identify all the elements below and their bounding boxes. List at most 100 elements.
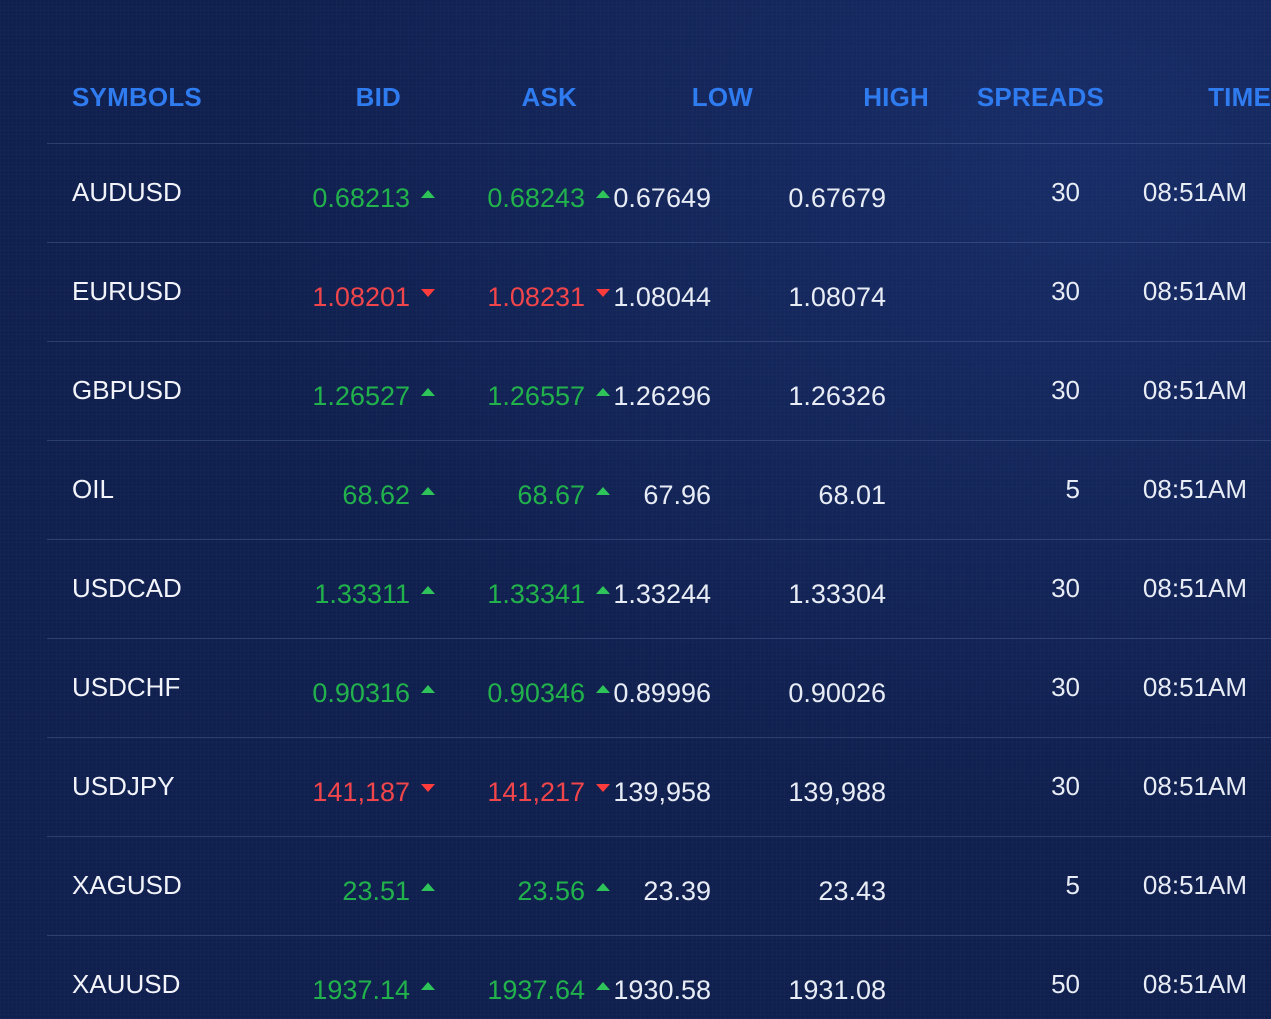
bid-price: 0.90316 xyxy=(312,678,435,709)
high-value: 0.90026 xyxy=(788,678,886,708)
bid-value: 1.26527 xyxy=(312,381,410,411)
ask-price: 0.90346 xyxy=(487,678,610,709)
spread-value: 30 xyxy=(1051,177,1080,207)
spread-value: 50 xyxy=(1051,969,1080,999)
ask-price: 1.08231 xyxy=(487,282,610,313)
time-value: 08:51AM xyxy=(1142,771,1247,801)
header-bid: BID xyxy=(355,82,401,112)
table-row[interactable]: OIL 68.62 68.67 67.96 68.01 5 08:51AM xyxy=(47,441,1271,540)
table-row[interactable]: USDCHF 0.90316 0.90346 0.89996 0.90026 30 08:5… xyxy=(47,639,1271,738)
arrow-down-icon xyxy=(421,288,435,297)
spread-value: 5 xyxy=(1065,870,1080,900)
ask-price: 68.67 xyxy=(517,480,610,511)
ask-value: 0.90346 xyxy=(487,678,585,708)
header-ask: ASK xyxy=(521,82,577,112)
bid-value: 68.62 xyxy=(342,480,410,510)
bid-value: 1.33311 xyxy=(314,579,410,609)
table-row[interactable]: USDJPY 141,187 141,217 139,958 139,988 30 08:5… xyxy=(47,738,1271,837)
time-value: 08:51AM xyxy=(1142,177,1247,207)
bid-price: 1937.14 xyxy=(312,975,435,1006)
table-row[interactable]: XAUUSD 1937.14 1937.64 1930.58 1931.08 50 08:5… xyxy=(47,936,1271,1019)
ask-value: 68.67 xyxy=(517,480,585,510)
table-row[interactable]: AUDUSD 0.68213 0.68243 0.67649 0.67679 30 08:5… xyxy=(47,144,1271,243)
arrow-up-icon xyxy=(596,486,610,495)
table-row[interactable]: XAGUSD 23.51 23.56 23.39 23.43 5 08:51AM xyxy=(47,837,1271,936)
bid-value: 1937.14 xyxy=(312,975,410,1005)
bid-price: 23.51 xyxy=(342,876,435,907)
arrow-up-icon xyxy=(421,387,435,396)
arrow-up-icon xyxy=(596,981,610,990)
ask-price: 1.26557 xyxy=(487,381,610,412)
low-value: 0.89996 xyxy=(613,678,711,708)
header-high: HIGH xyxy=(863,82,929,112)
table-header: SYMBOLS BID ASK LOW HIGH SPREADS TIME xyxy=(47,0,1271,144)
arrow-up-icon xyxy=(596,684,610,693)
low-value: 0.67649 xyxy=(613,183,711,213)
bid-price: 0.68213 xyxy=(312,183,435,214)
low-value: 1930.58 xyxy=(613,975,711,1005)
header-time: TIME xyxy=(1208,82,1271,112)
quotes-table: SYMBOLS BID ASK LOW HIGH SPREADS TIME AU… xyxy=(47,0,1271,1019)
bid-value: 0.90316 xyxy=(312,678,410,708)
spread-value: 30 xyxy=(1051,276,1080,306)
high-value: 139,988 xyxy=(788,777,886,807)
low-value: 23.39 xyxy=(643,876,711,906)
arrow-up-icon xyxy=(596,189,610,198)
time-value: 08:51AM xyxy=(1142,573,1247,603)
time-value: 08:51AM xyxy=(1142,276,1247,306)
spread-value: 5 xyxy=(1065,474,1080,504)
arrow-up-icon xyxy=(596,387,610,396)
ask-value: 1.08231 xyxy=(487,282,585,312)
bid-value: 23.51 xyxy=(342,876,410,906)
ask-value: 141,217 xyxy=(487,777,585,807)
low-value: 1.26296 xyxy=(613,381,711,411)
time-value: 08:51AM xyxy=(1142,969,1247,999)
arrow-up-icon xyxy=(596,882,610,891)
table-row[interactable]: EURUSD 1.08201 1.08231 1.08044 1.08074 30 08:5… xyxy=(47,243,1271,342)
arrow-up-icon xyxy=(421,882,435,891)
symbol-name: USDCHF xyxy=(72,672,181,702)
header-low: LOW xyxy=(691,82,753,112)
low-value: 139,958 xyxy=(613,777,711,807)
spread-value: 30 xyxy=(1051,771,1080,801)
spread-value: 30 xyxy=(1051,573,1080,603)
high-value: 23.43 xyxy=(818,876,886,906)
ask-value: 1.26557 xyxy=(487,381,585,411)
time-value: 08:51AM xyxy=(1142,375,1247,405)
high-value: 1.33304 xyxy=(788,579,886,609)
high-value: 0.67679 xyxy=(788,183,886,213)
arrow-up-icon xyxy=(421,684,435,693)
high-value: 1.08074 xyxy=(788,282,886,312)
ask-value: 0.68243 xyxy=(487,183,585,213)
ask-value: 23.56 xyxy=(517,876,585,906)
bid-price: 1.33311 xyxy=(314,579,435,610)
symbol-name: OIL xyxy=(72,474,114,504)
symbol-name: XAGUSD xyxy=(72,870,182,900)
high-value: 1.26326 xyxy=(788,381,886,411)
bid-value: 141,187 xyxy=(312,777,410,807)
bid-price: 1.08201 xyxy=(312,282,435,313)
table-body: AUDUSD 0.68213 0.68243 0.67649 0.67679 30 08:5… xyxy=(47,144,1271,1019)
low-value: 1.08044 xyxy=(613,282,711,312)
ask-value: 1.33341 xyxy=(487,579,585,609)
ask-price: 141,217 xyxy=(487,777,610,808)
arrow-down-icon xyxy=(596,783,610,792)
low-value: 67.96 xyxy=(643,480,711,510)
arrow-down-icon xyxy=(596,288,610,297)
header-symbols: SYMBOLS xyxy=(72,82,202,112)
ask-price: 1.33341 xyxy=(487,579,610,610)
table-row[interactable]: GBPUSD 1.26527 1.26557 1.26296 1.26326 30 08:5… xyxy=(47,342,1271,441)
spread-value: 30 xyxy=(1051,672,1080,702)
symbol-name: AUDUSD xyxy=(72,177,182,207)
ask-value: 1937.64 xyxy=(487,975,585,1005)
low-value: 1.33244 xyxy=(613,579,711,609)
arrow-down-icon xyxy=(421,783,435,792)
header-spreads: SPREADS xyxy=(976,82,1104,112)
ask-price: 23.56 xyxy=(517,876,610,907)
time-value: 08:51AM xyxy=(1142,672,1247,702)
spread-value: 30 xyxy=(1051,375,1080,405)
symbol-name: GBPUSD xyxy=(72,375,182,405)
bid-price: 1.26527 xyxy=(312,381,435,412)
bid-value: 0.68213 xyxy=(312,183,410,213)
table-row[interactable]: USDCAD 1.33311 1.33341 1.33244 1.33304 30 08:5… xyxy=(47,540,1271,639)
